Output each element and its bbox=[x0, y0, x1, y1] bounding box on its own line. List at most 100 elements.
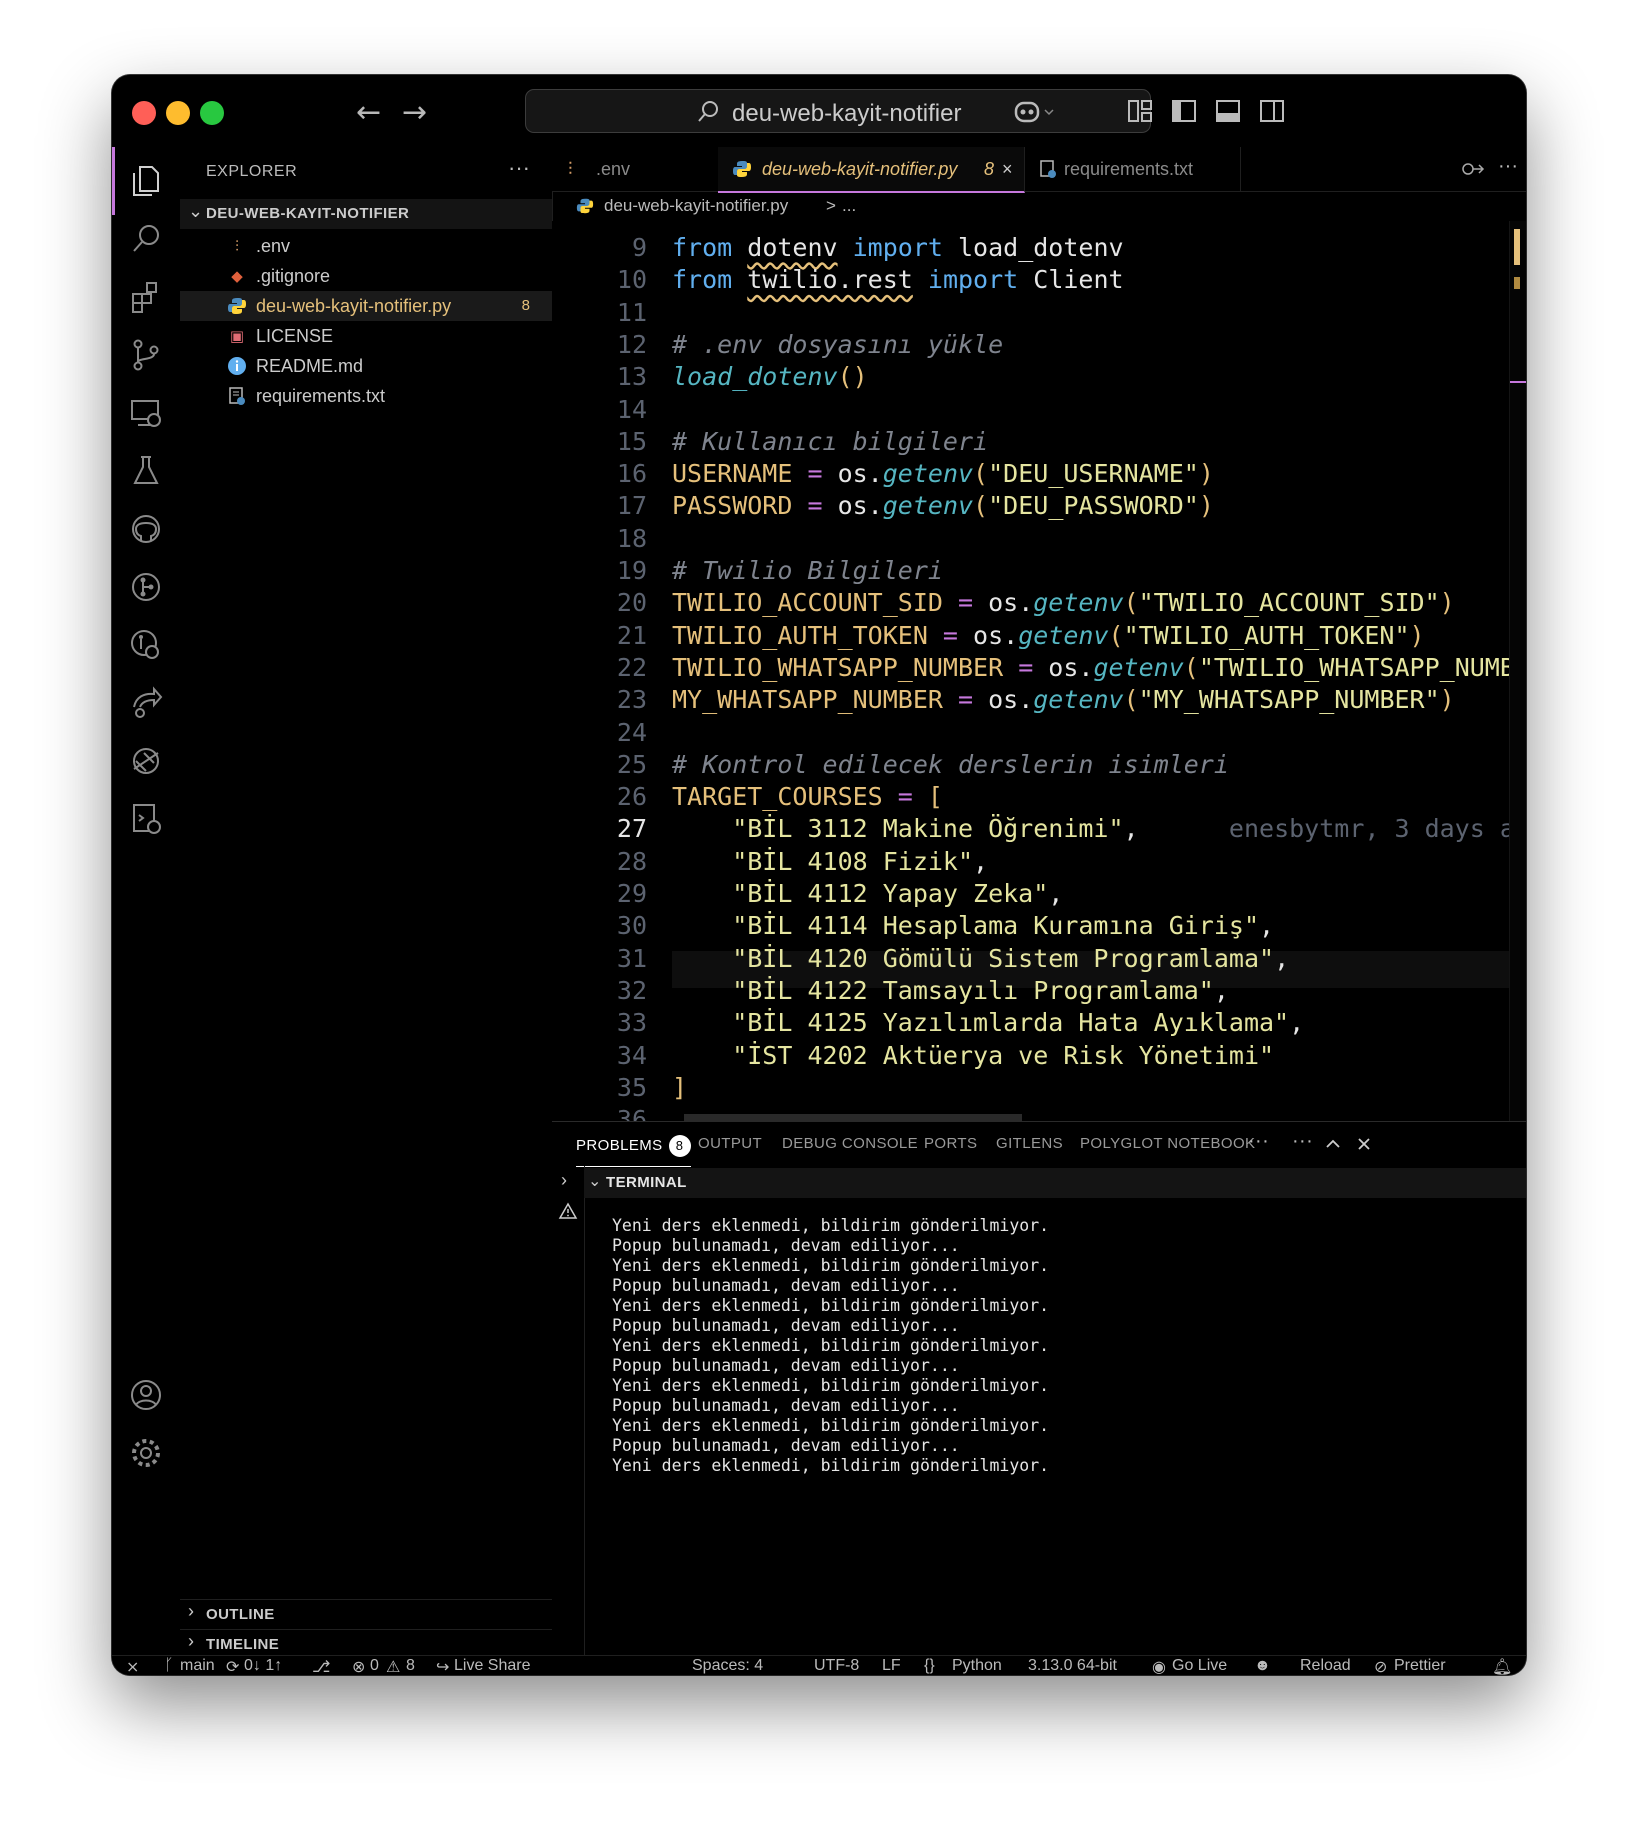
zoom-window-button[interactable] bbox=[200, 101, 224, 125]
explorer-icon[interactable] bbox=[126, 161, 166, 201]
open-changes-icon[interactable] bbox=[1460, 160, 1486, 178]
line-number: 10 bbox=[616, 265, 647, 295]
panel-tabs-more-button[interactable]: ··· bbox=[1248, 1130, 1269, 1153]
live-share-icon[interactable] bbox=[126, 683, 166, 723]
go-live-button[interactable]: Go Live bbox=[1172, 1657, 1227, 1675]
gitlens-graph-icon[interactable] bbox=[126, 567, 166, 607]
vscode-window: ← → deu-web-kayit-notifier EXPLORER ··· … bbox=[112, 75, 1526, 1675]
horizontal-scrollbar[interactable] bbox=[684, 1114, 1022, 1121]
extensions-icon[interactable] bbox=[126, 277, 166, 317]
outline-section[interactable]: › OUTLINE bbox=[180, 1599, 552, 1630]
chevron-right-icon[interactable]: › bbox=[561, 1170, 567, 1191]
notifications-bell-icon[interactable]: 🔔︎ bbox=[1492, 1657, 1512, 1675]
branch-name[interactable]: main bbox=[180, 1657, 215, 1675]
search-activity-icon[interactable] bbox=[126, 219, 166, 259]
problems-count-badge: 8 bbox=[668, 1135, 691, 1157]
close-window-button[interactable] bbox=[132, 101, 156, 125]
live-share-icon: ↪ bbox=[436, 1659, 450, 1675]
search-icon bbox=[698, 101, 718, 122]
terminal-output[interactable]: Yeni ders eklenmedi, bildirim gönderilmi… bbox=[612, 1216, 1049, 1476]
tab-close-icon[interactable]: × bbox=[1002, 159, 1013, 180]
toggle-panel-icon[interactable] bbox=[1214, 97, 1242, 125]
project-folder-header[interactable]: ⌄ DEU-WEB-KAYIT-NOTIFIER bbox=[180, 199, 552, 229]
tab-requirements[interactable]: requirements.txt bbox=[1024, 147, 1241, 191]
timeline-label: TIMELINE bbox=[206, 1636, 280, 1653]
line-number: 31 bbox=[616, 943, 647, 973]
panel-actions-more-button[interactable]: ··· bbox=[1292, 1130, 1313, 1153]
github-icon[interactable] bbox=[126, 509, 166, 549]
line-number: 13 bbox=[616, 362, 647, 392]
tab-problems[interactable]: PROBLEMS 8 bbox=[576, 1135, 691, 1167]
manage-gear-icon[interactable] bbox=[126, 1433, 166, 1473]
settings-sync-icon[interactable] bbox=[126, 799, 166, 839]
breadcrumb-separator: > bbox=[826, 196, 836, 215]
line-number: 20 bbox=[616, 588, 647, 618]
language-status[interactable]: Python bbox=[952, 1657, 1002, 1675]
file-item-requirements[interactable]: requirements.txt bbox=[180, 381, 552, 411]
file-name: deu-web-kayit-notifier.py bbox=[256, 296, 452, 316]
line-number: 35 bbox=[616, 1072, 647, 1102]
sync-status[interactable]: 0↓ 1↑ bbox=[244, 1657, 282, 1675]
code-text: # Kullanıcı bilgileri bbox=[672, 426, 989, 456]
code-text: PASSWORD = os.getenv("DEU_PASSWORD") bbox=[672, 491, 1214, 521]
explorer-more-button[interactable]: ··· bbox=[508, 155, 530, 181]
remote-indicator-icon[interactable]: ⨯ bbox=[126, 1657, 139, 1675]
problems-badge: 8 bbox=[521, 297, 530, 314]
tab-env[interactable]: ⫶ .env bbox=[552, 147, 719, 191]
live-share-button[interactable]: Live Share bbox=[454, 1657, 531, 1675]
gitlens-inspect-icon[interactable] bbox=[126, 625, 166, 665]
warning-icon[interactable] bbox=[558, 1202, 578, 1220]
tab-debug-console[interactable]: DEBUG CONSOLE bbox=[782, 1135, 918, 1152]
eol-status[interactable]: LF bbox=[882, 1657, 901, 1675]
copilot-status-icon[interactable]: ☻ bbox=[1254, 1657, 1271, 1675]
command-center-search[interactable]: deu-web-kayit-notifier bbox=[525, 89, 1151, 133]
warning-count[interactable]: 8 bbox=[406, 1657, 415, 1675]
back-arrow-icon[interactable]: ← bbox=[356, 95, 381, 130]
indentation-status[interactable]: Spaces: 4 bbox=[692, 1657, 763, 1675]
remote-tunnel-icon[interactable] bbox=[126, 741, 166, 781]
file-item-env[interactable]: ⫶ .env bbox=[180, 231, 552, 261]
toggle-primary-sidebar-icon[interactable] bbox=[1170, 97, 1198, 125]
prettier-button[interactable]: Prettier bbox=[1394, 1657, 1446, 1675]
tab-output[interactable]: OUTPUT bbox=[698, 1135, 762, 1152]
line-number: 34 bbox=[616, 1040, 647, 1070]
terminal-label: TERMINAL bbox=[606, 1174, 687, 1191]
maximize-panel-icon[interactable] bbox=[1324, 1136, 1342, 1152]
tab-more-button[interactable]: ··· bbox=[1498, 155, 1518, 178]
line-number: 19 bbox=[616, 556, 647, 585]
toggle-secondary-sidebar-icon[interactable] bbox=[1258, 97, 1286, 125]
line-number: 12 bbox=[616, 329, 647, 359]
python-interpreter[interactable]: 3.13.0 64-bit bbox=[1028, 1657, 1117, 1675]
code-text: TWILIO_ACCOUNT_SID = os.getenv("TWILIO_A… bbox=[672, 588, 1455, 618]
code-text: "BİL 4125 Yazılımlarda Hata Ayıklama", bbox=[672, 1008, 1305, 1038]
editor-tabs: ⫶ .env deu-web-kayit-notifier.py 8 × req… bbox=[552, 147, 1526, 193]
tab-badge: 8 bbox=[984, 159, 995, 179]
file-item-gitignore[interactable]: ◆ .gitignore bbox=[180, 261, 552, 291]
file-item-readme[interactable]: README.md bbox=[180, 351, 552, 381]
tab-python-active[interactable]: deu-web-kayit-notifier.py 8 × bbox=[718, 147, 1025, 193]
forward-arrow-icon[interactable]: → bbox=[402, 95, 427, 130]
testing-icon[interactable] bbox=[126, 451, 166, 491]
tab-ports[interactable]: PORTS bbox=[924, 1135, 977, 1152]
close-panel-icon[interactable] bbox=[1356, 1136, 1372, 1152]
remote-explorer-icon[interactable] bbox=[126, 393, 166, 433]
terminal-header[interactable]: ⌄ TERMINAL bbox=[584, 1168, 1526, 1198]
copilot-icon[interactable] bbox=[1012, 97, 1056, 127]
breadcrumb-symbol[interactable]: ... bbox=[842, 196, 856, 216]
breadcrumb-file[interactable]: deu-web-kayit-notifier.py bbox=[604, 196, 788, 216]
file-item-python[interactable]: deu-web-kayit-notifier.py 8 bbox=[180, 291, 552, 321]
error-count[interactable]: 0 bbox=[370, 1657, 379, 1675]
account-icon[interactable] bbox=[126, 1375, 166, 1415]
editor-scrollbar[interactable] bbox=[1509, 221, 1526, 1121]
tab-polyglot-notebook[interactable]: POLYGLOT NOTEBOOK bbox=[1080, 1135, 1255, 1152]
code-editor[interactable]: 9 from dotenv import load_dotenv 10 from tw… bbox=[552, 221, 1526, 1121]
minimize-window-button[interactable] bbox=[166, 101, 190, 125]
reload-button[interactable]: Reload bbox=[1300, 1657, 1351, 1675]
file-item-license[interactable]: ▣ LICENSE bbox=[180, 321, 552, 351]
tab-gitlens[interactable]: GITLENS bbox=[996, 1135, 1063, 1152]
encoding-status[interactable]: UTF-8 bbox=[814, 1657, 859, 1675]
source-control-icon[interactable] bbox=[126, 335, 166, 375]
customize-layout-icon[interactable] bbox=[1126, 97, 1154, 125]
git-graph-icon[interactable]: ⎇ bbox=[312, 1657, 330, 1675]
python-icon bbox=[226, 296, 248, 316]
